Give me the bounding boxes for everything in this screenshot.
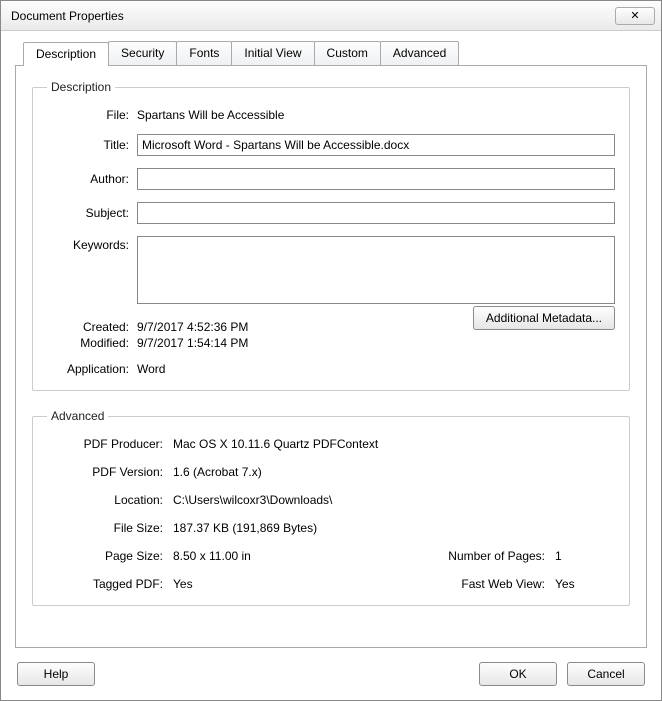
version-label: PDF Version: [47,465,167,479]
tab-fonts[interactable]: Fonts [176,41,232,65]
description-legend: Description [47,80,115,94]
tab-initial-view[interactable]: Initial View [231,41,314,65]
author-input[interactable] [137,168,615,190]
producer-value: Mac OS X 10.11.6 Quartz PDFContext [173,437,615,451]
titlebar: Document Properties ✕ [1,1,661,31]
additional-metadata-button[interactable]: Additional Metadata... [473,306,615,330]
keywords-label: Keywords: [47,236,137,252]
cancel-button[interactable]: Cancel [567,662,645,686]
application-label: Application: [47,362,137,376]
keywords-input[interactable] [137,236,615,304]
document-properties-window: Document Properties ✕ Description Securi… [0,0,662,701]
content-area: Description Security Fonts Initial View … [1,31,661,652]
pagesize-value: 8.50 x 11.00 in [173,549,403,563]
created-label: Created: [47,320,137,334]
tab-advanced[interactable]: Advanced [380,41,459,65]
tab-security[interactable]: Security [108,41,177,65]
ok-button[interactable]: OK [479,662,557,686]
file-value: Spartans Will be Accessible [137,108,284,122]
window-title: Document Properties [11,9,615,23]
help-button[interactable]: Help [17,662,95,686]
file-label: File: [47,108,137,122]
modified-label: Modified: [47,336,137,350]
filesize-value: 187.37 KB (191,869 Bytes) [173,521,615,535]
fastweb-value: Yes [555,577,615,591]
location-value: C:\Users\wilcoxr3\Downloads\ [173,493,615,507]
application-value: Word [137,362,165,376]
modified-value: 9/7/2017 1:54:14 PM [137,336,248,350]
advanced-group: Advanced PDF Producer: Mac OS X 10.11.6 … [32,409,630,606]
subject-label: Subject: [47,206,137,220]
producer-label: PDF Producer: [47,437,167,451]
close-button[interactable]: ✕ [615,7,655,25]
subject-input[interactable] [137,202,615,224]
title-input[interactable] [137,134,615,156]
tab-strip: Description Security Fonts Initial View … [23,41,647,65]
author-label: Author: [47,172,137,186]
tab-panel: Description File: Spartans Will be Acces… [15,65,647,648]
description-group: Description File: Spartans Will be Acces… [32,80,630,391]
version-value: 1.6 (Acrobat 7.x) [173,465,615,479]
numpages-label: Number of Pages: [409,549,549,563]
numpages-value: 1 [555,549,615,563]
fastweb-label: Fast Web View: [409,577,549,591]
created-value: 9/7/2017 4:52:36 PM [137,320,248,334]
close-icon: ✕ [630,9,639,22]
tagged-value: Yes [173,577,403,591]
footer-spacer [105,662,469,686]
tab-description[interactable]: Description [23,42,109,66]
advanced-legend: Advanced [47,409,108,423]
title-label: Title: [47,138,137,152]
filesize-label: File Size: [47,521,167,535]
tab-custom[interactable]: Custom [314,41,381,65]
dialog-footer: Help OK Cancel [1,652,661,700]
pagesize-label: Page Size: [47,549,167,563]
location-label: Location: [47,493,167,507]
tagged-label: Tagged PDF: [47,577,167,591]
